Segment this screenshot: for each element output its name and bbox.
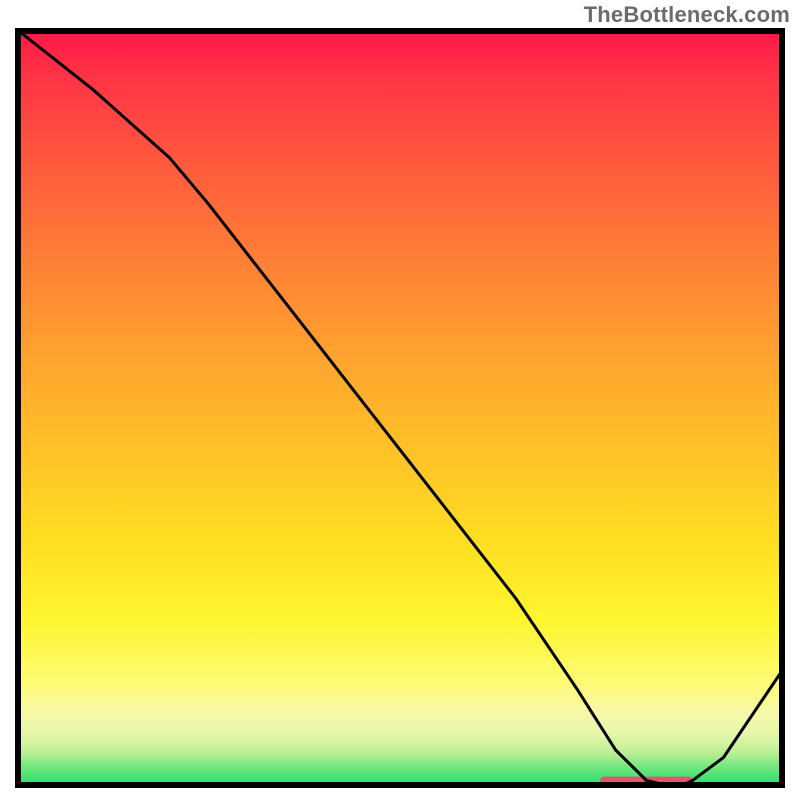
chart-container: TheBottleneck.com [0,0,800,800]
watermark-text: TheBottleneck.com [584,2,790,28]
plot-area [15,28,785,788]
curve-path [15,28,785,788]
chart-svg [15,28,785,788]
